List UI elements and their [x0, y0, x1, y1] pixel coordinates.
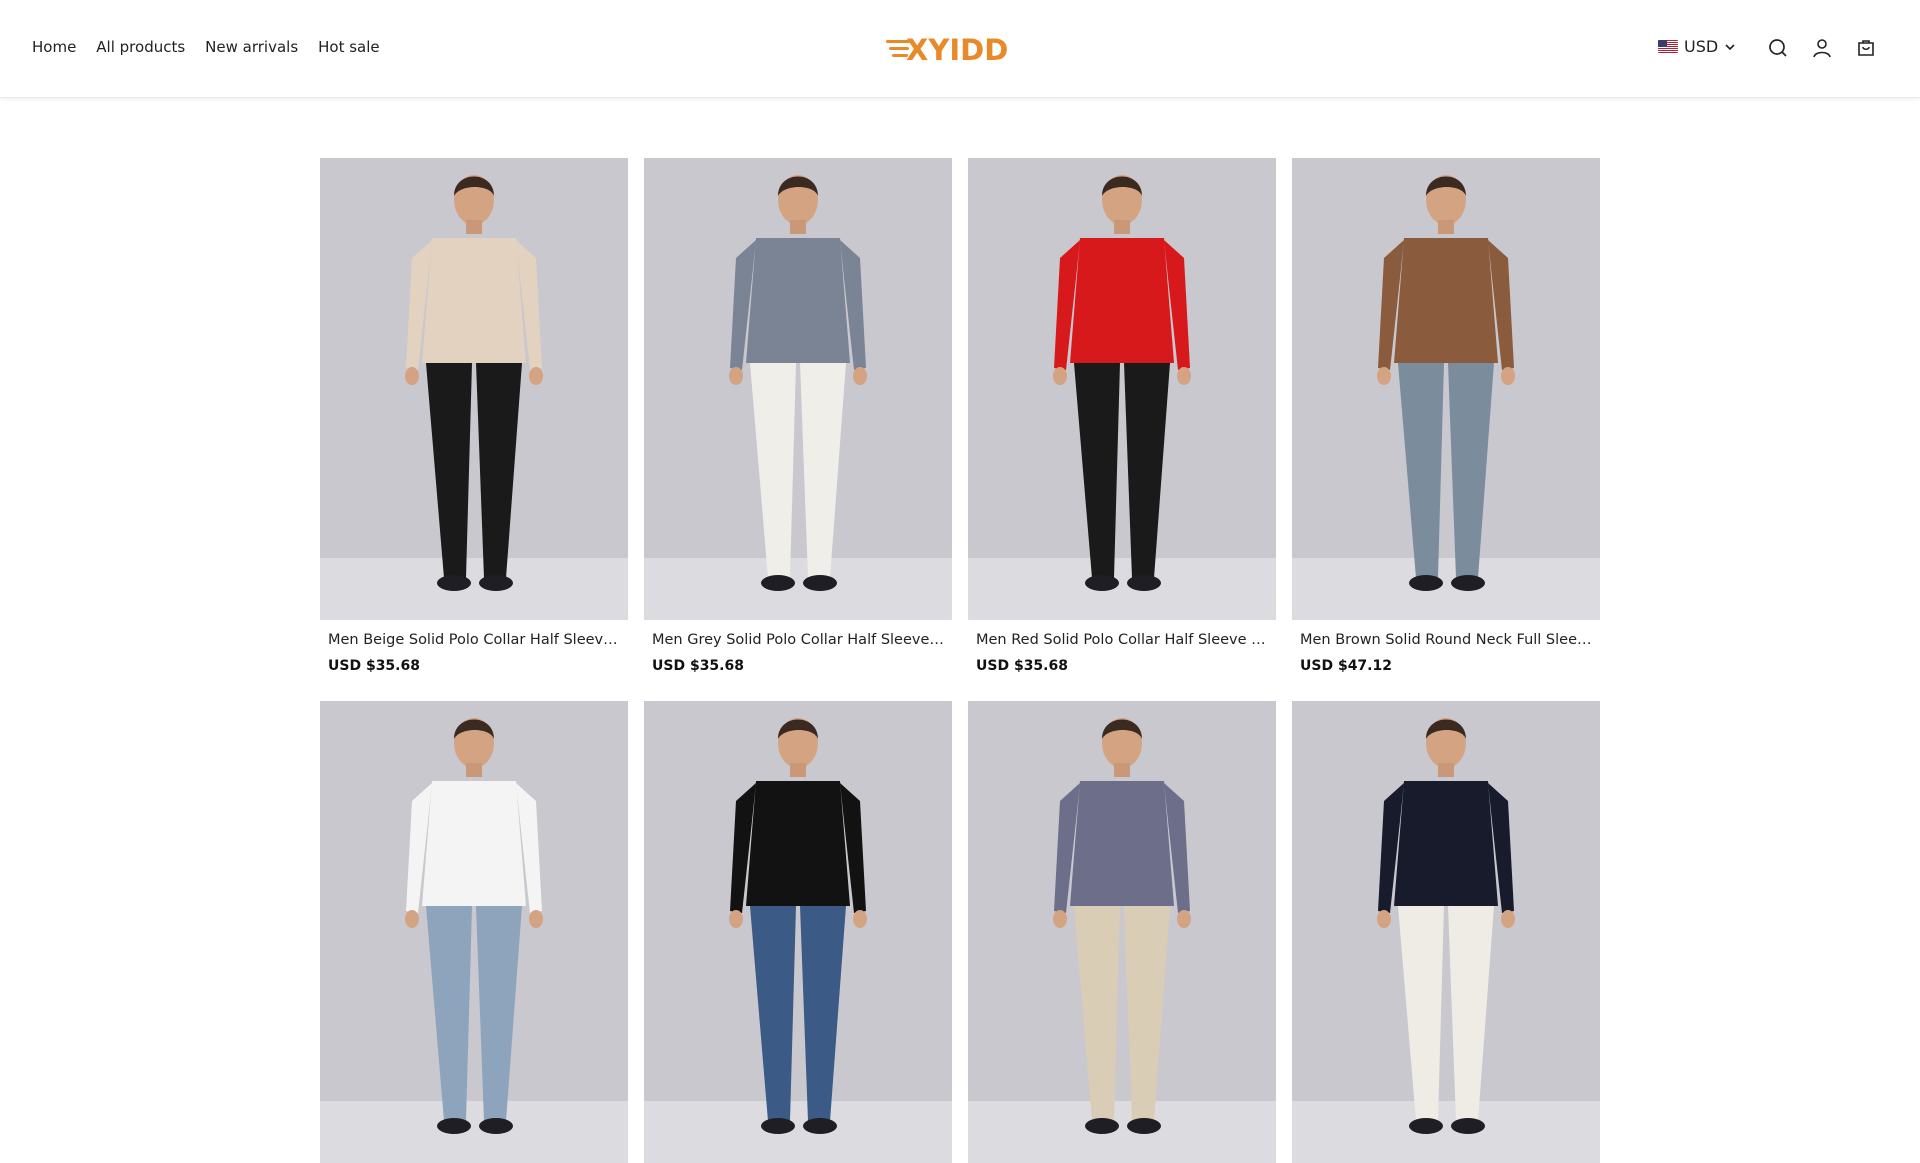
- us-flag-icon: [1658, 40, 1678, 53]
- model-photo: [968, 701, 1276, 1163]
- product-image[interactable]: [1292, 158, 1600, 620]
- nav-home[interactable]: Home: [32, 38, 76, 56]
- product-image[interactable]: [1292, 701, 1600, 1163]
- product-price: USD $35.68: [328, 658, 420, 674]
- model-photo: [644, 701, 952, 1163]
- main-nav: Home All products New arrivals Hot sale: [32, 38, 380, 56]
- search-icon[interactable]: [1766, 36, 1790, 60]
- chevron-down-icon: [1725, 43, 1735, 50]
- site-header: Home All products New arrivals Hot sale …: [0, 0, 1920, 98]
- product-price: USD $47.12: [1300, 658, 1392, 674]
- currency-label: USD: [1684, 37, 1719, 56]
- model-photo: [320, 701, 628, 1163]
- product-image[interactable]: [968, 158, 1276, 620]
- product-price: USD $35.68: [652, 658, 744, 674]
- product-title[interactable]: Men Beige Solid Polo Collar Half Sleeve …: [328, 632, 624, 648]
- product-title[interactable]: Men Brown Solid Round Neck Full Sleev...: [1300, 632, 1596, 648]
- product-card[interactable]: Men Beige Solid Polo Collar Half Sleeve …: [320, 158, 628, 674]
- nav-hot-sale[interactable]: Hot sale: [318, 38, 380, 56]
- model-photo: [320, 158, 628, 620]
- account-icon[interactable]: [1810, 36, 1834, 60]
- currency-selector[interactable]: USD: [1658, 37, 1736, 56]
- logo-text: XYIDD: [906, 33, 1009, 67]
- product-card[interactable]: Men Grey Solid Polo Collar Half Sleeve T…: [644, 158, 952, 674]
- logo-speed-lines-icon: [886, 35, 916, 65]
- product-card[interactable]: Men Red Solid Polo Collar Half Sleeve T-…: [968, 158, 1276, 674]
- brand-logo[interactable]: XYIDD: [886, 30, 1014, 70]
- product-card[interactable]: [1292, 701, 1600, 1163]
- nav-all-products[interactable]: All products: [96, 38, 185, 56]
- product-image[interactable]: [644, 701, 952, 1163]
- product-image[interactable]: [320, 701, 628, 1163]
- model-photo: [968, 158, 1276, 620]
- model-photo: [644, 158, 952, 620]
- product-card[interactable]: Men Brown Solid Round Neck Full Sleev...…: [1292, 158, 1600, 674]
- product-title[interactable]: Men Grey Solid Polo Collar Half Sleeve T…: [652, 632, 948, 648]
- product-card[interactable]: [320, 701, 628, 1163]
- model-photo: [1292, 701, 1600, 1163]
- product-price: USD $35.68: [976, 658, 1068, 674]
- product-card[interactable]: [968, 701, 1276, 1163]
- product-image[interactable]: [968, 701, 1276, 1163]
- model-photo: [1292, 158, 1600, 620]
- product-image[interactable]: [320, 158, 628, 620]
- product-title[interactable]: Men Red Solid Polo Collar Half Sleeve T-…: [976, 632, 1272, 648]
- cart-icon[interactable]: [1854, 36, 1878, 60]
- product-card[interactable]: [644, 701, 952, 1163]
- nav-new-arrivals[interactable]: New arrivals: [205, 38, 298, 56]
- product-image[interactable]: [644, 158, 952, 620]
